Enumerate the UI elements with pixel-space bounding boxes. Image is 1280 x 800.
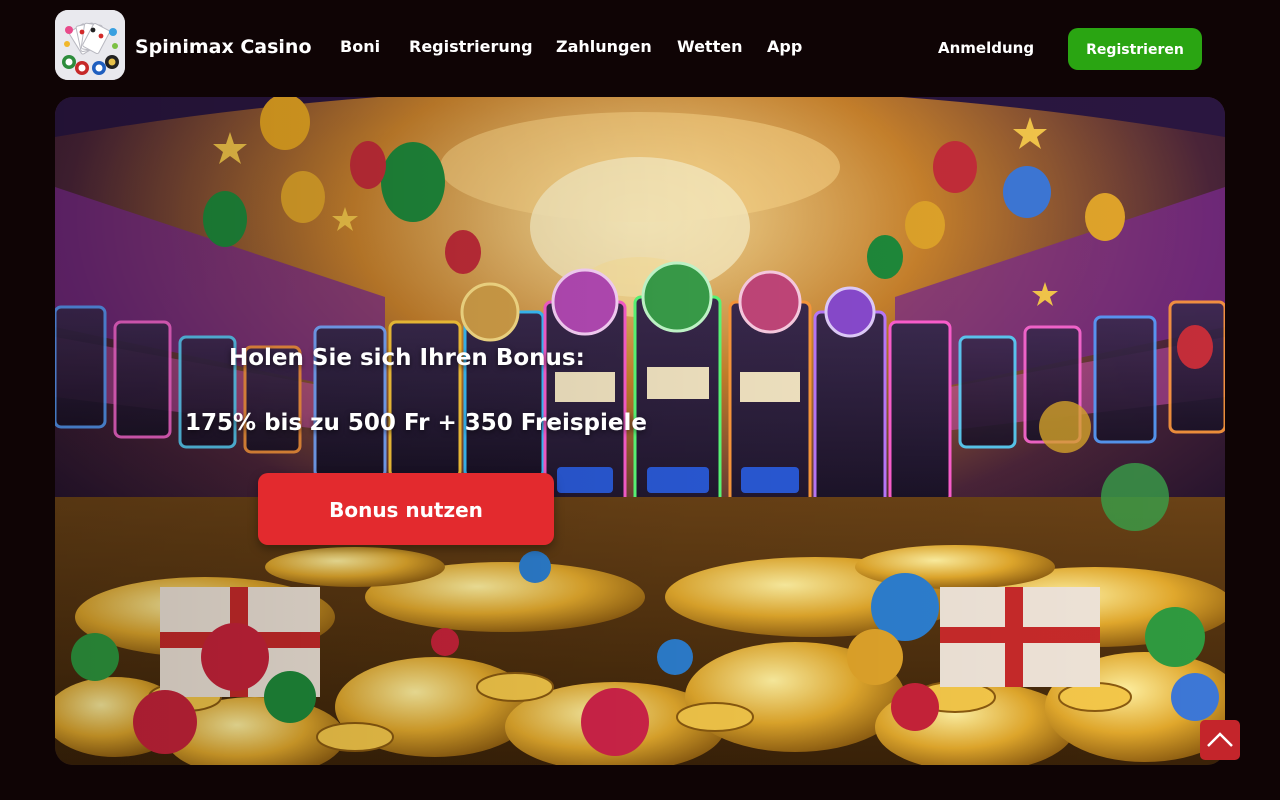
- casino-cards-logo-icon: [55, 10, 125, 80]
- site-header: Spinimax Casino Boni Registrierung Zahlu…: [0, 0, 1280, 96]
- brand-logo[interactable]: [55, 10, 125, 80]
- nav-item-zahlungen[interactable]: Zahlungen: [556, 37, 652, 56]
- chevron-up-icon: [1207, 732, 1233, 747]
- claim-bonus-button[interactable]: Bonus nutzen: [258, 473, 554, 545]
- back-to-top-button[interactable]: [1200, 720, 1240, 760]
- nav-item-registrierung[interactable]: Registrierung: [409, 37, 533, 56]
- hero-banner: Holen Sie sich Ihren Bonus: 175% bis zu …: [55, 97, 1225, 765]
- nav-item-app[interactable]: App: [767, 37, 802, 56]
- register-button[interactable]: Registrieren: [1068, 28, 1202, 70]
- login-link[interactable]: Anmeldung: [938, 39, 1034, 57]
- nav-item-wetten[interactable]: Wetten: [677, 37, 742, 56]
- nav-item-boni[interactable]: Boni: [340, 37, 380, 56]
- hero-title: Holen Sie sich Ihren Bonus:: [229, 345, 585, 371]
- hero-offer: 175% bis zu 500 Fr + 350 Freispiele: [185, 410, 647, 436]
- brand-name[interactable]: Spinimax Casino: [135, 36, 312, 58]
